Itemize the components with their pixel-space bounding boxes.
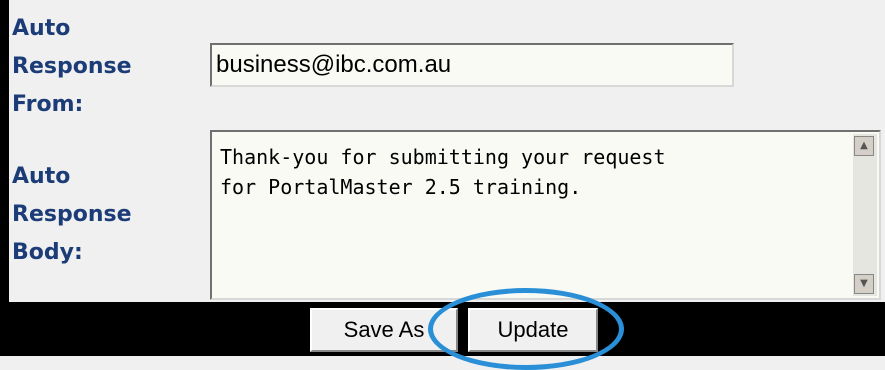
textarea-scrollbar[interactable]: ▲ ▼	[853, 134, 877, 296]
save-as-button[interactable]: Save As	[310, 308, 458, 352]
scroll-up-icon[interactable]: ▲	[854, 136, 874, 156]
auto-response-from-input[interactable]	[210, 43, 734, 87]
update-button[interactable]: Update	[468, 308, 598, 352]
auto-response-body-label: Auto Response Body:	[12, 164, 132, 265]
auto-response-body-textarea[interactable]: Thank-you for submitting your request fo…	[210, 130, 881, 300]
auto-response-from-label: Auto Response From:	[12, 16, 132, 117]
scroll-down-icon[interactable]: ▼	[854, 274, 874, 294]
left-border	[0, 0, 9, 302]
auto-response-body-text[interactable]: Thank-you for submitting your request fo…	[214, 134, 850, 296]
